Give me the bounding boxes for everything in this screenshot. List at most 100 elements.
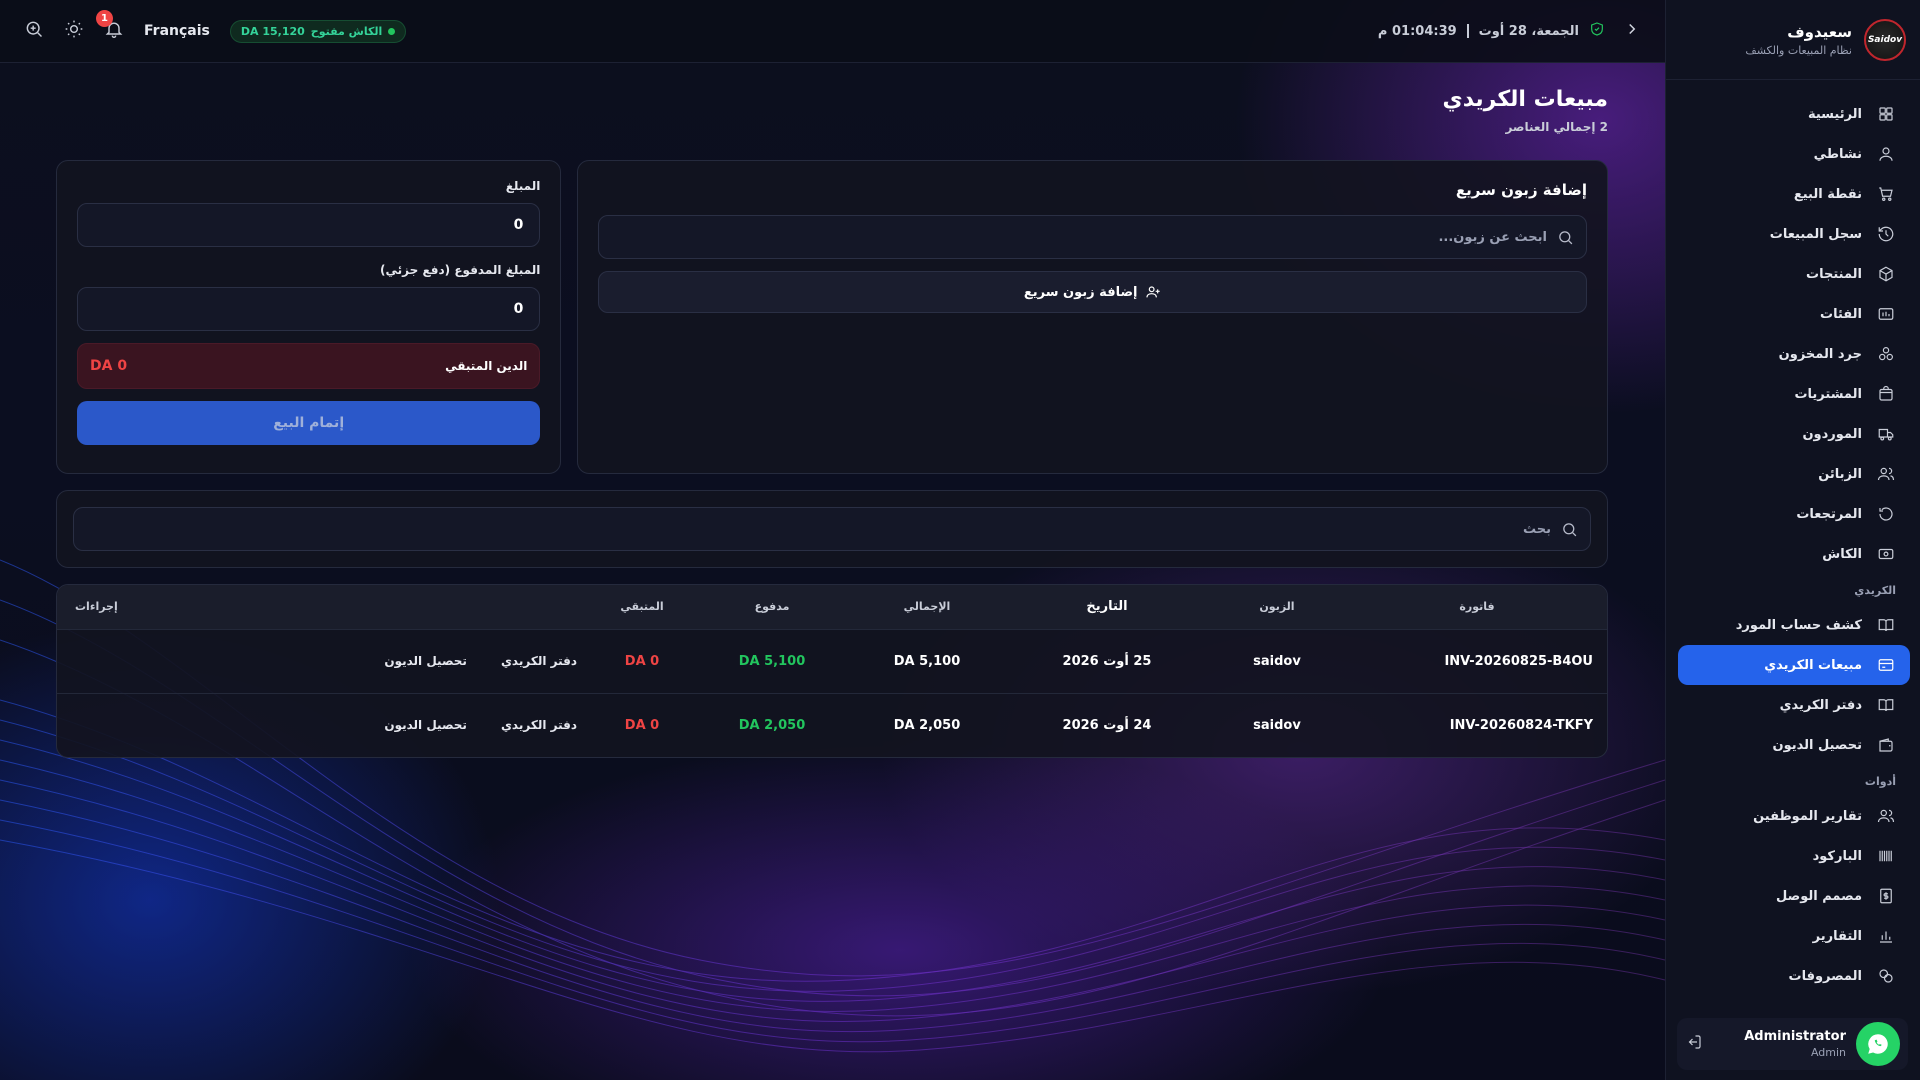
column-actions: إجراءات [75,600,118,614]
sidebar-item-expenses[interactable]: المصروفات [1678,956,1910,996]
date-cell: 25 أوت 2026 [1062,653,1152,669]
column-date[interactable]: التاريخ [1007,585,1207,629]
box-icon [1876,264,1896,284]
sidebar-item-barcode[interactable]: الباركود [1678,836,1910,876]
page-subtitle: 2 إجمالي العناصر [1505,120,1608,134]
sidebar-item-sales-history[interactable]: سجل المبيعات [1678,214,1910,254]
debt-collection-link[interactable]: تحصيل الديون [384,718,467,732]
sidebar-nav: الرئيسية نشاطي نقطة البيع سجل المبيعات ا… [1666,80,1920,996]
sidebar-item-my-activity[interactable]: نشاطي [1678,134,1910,174]
remaining-cell: DA 0 [624,717,660,733]
sidebar-item-credit-ledger[interactable]: دفتر الكريدي [1678,685,1910,725]
brand-logo: Saidov [1864,18,1906,61]
sidebar-item-reports[interactable]: التقارير [1678,916,1910,956]
sidebar-item-debt-collection[interactable]: تحصيل الديون [1678,725,1910,765]
stock-icon [1876,344,1896,364]
theme-toggle-button[interactable] [64,19,84,43]
sidebar-item-label: المنتجات [1806,266,1862,282]
sidebar-item-stock-count[interactable]: جرد المخزون [1678,334,1910,374]
logout-icon [1688,1035,1701,1049]
notifications-button[interactable]: 1 [96,10,124,43]
paid-amount-input[interactable]: 0 [77,287,541,331]
sidebar-item-employee-reports[interactable]: تقارير الموظفين [1678,796,1910,836]
sidebar-item-categories[interactable]: الفئات [1678,294,1910,334]
column-total[interactable]: الإجمالي [847,585,1007,629]
customer-search[interactable] [598,215,1587,259]
sidebar-item-label: كشف حساب المورد [1735,617,1862,633]
customer-cell: saidov [1253,653,1301,669]
column-invoice[interactable]: فاتورة [1347,585,1607,629]
sidebar-item-customers[interactable]: الزبائن [1678,454,1910,494]
sidebar-item-label: الكاش [1822,546,1862,562]
sidebar-item-cash[interactable]: الكاش [1678,534,1910,574]
logout-button[interactable] [1685,1033,1703,1055]
sidebar-item-pos[interactable]: نقطة البيع [1678,174,1910,214]
chart-icon [1876,926,1896,946]
complete-sale-button[interactable]: إتمام البيع [77,401,541,445]
zoom-in-button[interactable] [24,19,44,43]
language-switch[interactable]: Français [144,23,210,39]
sidebar-item-home[interactable]: الرئيسية [1678,94,1910,134]
collapse-sidebar-button[interactable] [1623,20,1641,42]
sidebar-item-supplier-statement[interactable]: كشف حساب المورد [1678,605,1910,645]
whatsapp-button[interactable] [1856,1022,1900,1066]
column-paid[interactable]: مدفوع [697,585,847,629]
quick-add-customer-button[interactable]: إضافة زبون سريع [598,271,1587,313]
amount-label: المبلغ [505,179,541,193]
debt-collection-link[interactable]: تحصيل الديون [384,654,467,668]
sidebar-item-label: الزبائن [1818,466,1862,482]
credit-card-icon [1876,655,1896,675]
user-name: Administrator [1744,1029,1846,1044]
receipt-icon [1876,886,1896,906]
quick-add-label: إضافة زبون سريع [1023,284,1138,300]
sidebar-item-purchases[interactable]: المشتريات [1678,374,1910,414]
user-info: Administrator Admin [1713,1029,1846,1059]
zoom-in-icon [26,21,43,38]
sidebar-item-label: المشتريات [1794,386,1862,402]
whatsapp-icon [1868,1034,1888,1054]
users-icon [1876,806,1896,826]
book-icon [1876,695,1896,715]
sidebar-item-returns[interactable]: المرتجعات [1678,494,1910,534]
brand-name: سعيدوف [1787,22,1852,41]
chevron-right-icon [1629,23,1636,35]
sidebar-item-label: سجل المبيعات [1769,226,1862,242]
sidebar-item-label: تقارير الموظفين [1753,808,1862,824]
customer-search-input[interactable] [611,229,1547,245]
list-search-input[interactable] [86,521,1551,537]
column-customer[interactable]: الزبون [1207,585,1347,629]
sidebar-item-products[interactable]: المنتجات [1678,254,1910,294]
sidebar-item-suppliers[interactable]: الموردون [1678,414,1910,454]
cash-status-badge[interactable]: الكاش مفتوح DA 15,120 [229,19,407,43]
shield-check-icon [1589,21,1605,41]
sidebar: Saidov سعيدوف نظام المبيعات والكشف الرئي… [1665,0,1920,1080]
sidebar-section-credit: الكريدي [1854,584,1896,597]
sidebar-item-label: الفئات [1820,306,1862,322]
book-icon [1876,615,1896,635]
sidebar-section-tools: أدوات [1864,775,1896,788]
top-bar-status: الجمعة، 28 أوت 01:04:39 م [1378,20,1641,42]
actions-cell: دفتر الكريدي تحصيل الديون [57,693,587,757]
customer-cell: saidov [1253,717,1301,733]
coins-icon [1876,966,1896,986]
list-search[interactable] [73,507,1591,551]
amount-input[interactable]: 0 [77,203,541,247]
credit-ledger-link[interactable]: دفتر الكريدي [501,718,577,732]
credit-sales-table: فاتورة الزبون التاريخ الإجمالي مدفوع الم… [57,585,1607,757]
table-row[interactable]: INV-20260824-TKFY saidov 24 أوت 2026 DA … [57,693,1607,757]
column-remaining[interactable]: المتبقي [587,585,697,629]
sidebar-item-label: الرئيسية [1807,106,1862,122]
notification-badge: 1 [96,10,113,27]
truck-icon [1876,424,1896,444]
paid-label: المبلغ المدفوع (دفع جزئي) [380,263,541,277]
user-icon [1876,144,1896,164]
table-row[interactable]: INV-20260825-B4OU saidov 25 أوت 2026 DA … [57,629,1607,693]
sidebar-item-label: دفتر الكريدي [1779,697,1862,713]
sidebar-item-receipt-designer[interactable]: مصمم الوصل [1678,876,1910,916]
sidebar-item-label: الباركود [1812,848,1862,864]
sidebar-item-label: نشاطي [1813,146,1862,162]
credit-ledger-link[interactable]: دفتر الكريدي [501,654,577,668]
sidebar-item-credit-sales[interactable]: مبيعات الكريدي [1678,645,1910,685]
date-cell: 24 أوت 2026 [1062,717,1152,733]
sidebar-item-label: تحصيل الديون [1772,737,1862,753]
